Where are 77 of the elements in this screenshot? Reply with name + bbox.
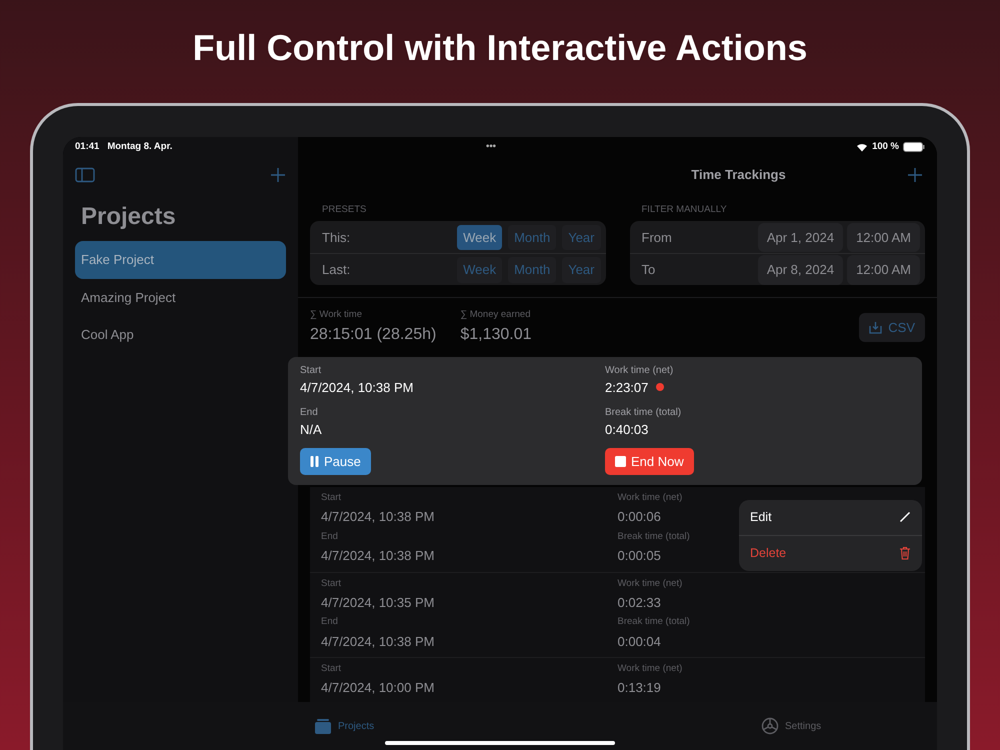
date-picker[interactable]: Apr 8, 2024: [758, 255, 844, 284]
field-label: End: [300, 406, 319, 420]
status-time: 01:41: [75, 140, 100, 154]
field-value: 0:13:19: [618, 679, 661, 698]
row-label: From: [642, 228, 673, 246]
field-value: 2:23:07: [605, 378, 648, 396]
summary-value: $1,130.01: [460, 324, 532, 344]
page-title: Time Trackings: [691, 166, 786, 184]
pause-icon: [310, 456, 319, 467]
headline: Full Control with Interactive Actions: [192, 26, 808, 70]
trash-icon: [899, 546, 911, 560]
field-value: 0:00:04: [618, 632, 661, 650]
folder-icon: [314, 717, 332, 735]
field-value: 4/7/2024, 10:38 PM: [321, 508, 434, 526]
field-label: Start: [321, 662, 342, 676]
field-value: 0:40:03: [605, 421, 648, 439]
wifi-icon: [856, 142, 868, 152]
status-date: Montag 8. Apr.: [107, 140, 172, 154]
gear-icon: [761, 717, 779, 735]
field-value: 4/7/2024, 10:38 PM: [321, 632, 434, 650]
pause-button[interactable]: Pause: [300, 448, 371, 475]
battery-icon: [903, 142, 925, 152]
project-item[interactable]: Fake Project: [75, 241, 286, 278]
tab-item[interactable]: Settings: [761, 702, 822, 750]
field-value: 0:00:06: [618, 508, 661, 526]
entry-row[interactable]: Start 4/7/2024, 10:35 PM Work time (net) 0:02:33 End 4/7/2024, 10:38 PM Break time (total) 0:00:04: [310, 572, 925, 658]
field-value: 4/7/2024, 10:00 PM: [321, 679, 434, 698]
field-value: 4/7/2024, 10:35 PM: [321, 594, 434, 612]
csv-export-button[interactable]: CSV: [859, 312, 925, 342]
field-label: End: [321, 615, 339, 630]
project-item[interactable]: Cool App: [75, 316, 286, 354]
time-picker[interactable]: 12:00 AM: [847, 222, 920, 252]
section-header: PRESETS: [322, 203, 368, 217]
field-label: Work time (net): [618, 491, 684, 505]
row-label: Last:: [322, 261, 352, 279]
field-label: Start: [321, 491, 342, 505]
menu-item[interactable]: Delete: [739, 534, 922, 570]
field-label: Break time (total): [618, 530, 691, 544]
preset-option[interactable]: Week: [457, 257, 502, 282]
preset-option[interactable]: Year: [562, 257, 600, 282]
row-label: This:: [322, 228, 352, 246]
menu-item[interactable]: Edit: [739, 500, 922, 535]
summary-label: ∑ Work time: [310, 308, 363, 322]
field-label: Work time (net): [605, 364, 674, 378]
sidebar-toggle-icon[interactable]: [75, 167, 95, 183]
date-picker[interactable]: Apr 1, 2024: [758, 222, 844, 252]
export-icon: [869, 320, 882, 334]
stop-icon: [615, 456, 626, 467]
sidebar-title: Projects: [81, 202, 177, 232]
field-label: Break time (total): [618, 615, 691, 630]
summary-value: 28:15:01 (28.25h): [310, 324, 436, 344]
add-icon[interactable]: [270, 167, 286, 183]
preset-option[interactable]: Month: [508, 257, 556, 282]
field-label: Start: [300, 364, 322, 378]
summary-label: ∑ Money earned: [460, 308, 532, 322]
row-label: To: [642, 261, 656, 279]
field-label: Work time (net): [618, 576, 684, 590]
field-value: 4/7/2024, 10:38 PM: [321, 547, 434, 565]
field-value: 4/7/2024, 10:38 PM: [300, 378, 414, 396]
time-picker[interactable]: 12:00 AM: [847, 255, 920, 284]
preset-option[interactable]: Month: [508, 224, 556, 250]
field-label: Break time (total): [605, 406, 682, 420]
field-label: Work time (net): [618, 662, 684, 676]
add-icon[interactable]: [906, 167, 923, 183]
project-item[interactable]: Amazing Project: [75, 278, 286, 316]
field-label: Start: [321, 576, 342, 590]
field-value: 0:00:05: [618, 547, 661, 565]
preset-option[interactable]: Week: [457, 224, 502, 250]
battery-percent: 100 %: [872, 140, 899, 154]
field-value: 0:02:33: [618, 594, 661, 612]
field-value: N/A: [300, 421, 322, 439]
field-label: End: [321, 530, 339, 544]
end-now-button[interactable]: End Now: [605, 448, 694, 475]
preset-option[interactable]: Year: [562, 224, 600, 250]
tab-item[interactable]: Projects: [314, 702, 374, 750]
section-header: FILTER MANUALLY: [642, 203, 728, 217]
multitask-dots[interactable]: •••: [486, 140, 496, 154]
